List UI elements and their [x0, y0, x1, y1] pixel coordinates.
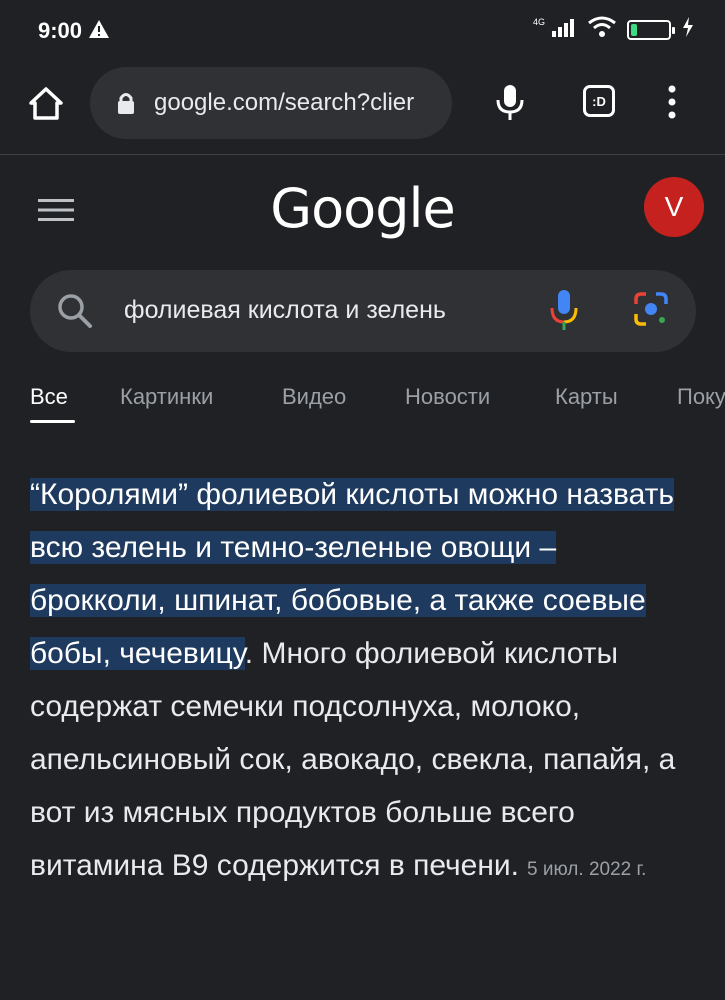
wifi-icon — [587, 16, 617, 43]
charging-icon — [681, 16, 695, 43]
signal-icon — [551, 16, 577, 43]
featured-snippet: “Королями” фолиевой кислоты можно назват… — [30, 468, 696, 896]
tab-maps[interactable]: Карты — [555, 384, 618, 410]
search-tabs: Все Картинки Видео Новости Карты Покупки — [0, 378, 725, 428]
snippet-date: 5 июл. 2022 г. — [527, 859, 647, 880]
browser-toolbar: google.com/search?clier :D — [0, 64, 725, 155]
warning-icon — [88, 19, 110, 44]
tab-images[interactable]: Картинки — [120, 384, 213, 410]
lock-icon[interactable] — [116, 91, 136, 120]
more-vert-icon[interactable] — [664, 84, 680, 125]
status-icons: 4G 17 — [533, 16, 695, 43]
tab-all[interactable]: Все — [30, 384, 68, 410]
tab-shopping[interactable]: Покупки — [677, 384, 725, 410]
active-tab-indicator — [30, 420, 75, 423]
search-box[interactable]: фолиевая кислота и зелень — [30, 270, 696, 352]
google-logo[interactable]: Google — [0, 177, 725, 240]
voice-search-icon[interactable] — [548, 288, 580, 337]
battery-level: 17 — [641, 22, 657, 37]
search-icon[interactable] — [56, 292, 94, 335]
snippet-text: . Много фолиевой кислоты содержат семечк… — [30, 637, 676, 882]
home-icon[interactable] — [26, 84, 66, 124]
status-time: 9:00 — [38, 18, 83, 43]
mic-icon[interactable] — [492, 82, 528, 127]
status-bar: 9:00 4G 17 — [0, 0, 725, 64]
avatar-letter: V — [664, 191, 684, 222]
battery-indicator: 17 — [627, 19, 675, 40]
avatar[interactable]: V — [644, 177, 704, 237]
google-header: Google V — [0, 155, 725, 265]
tab-news[interactable]: Новости — [405, 384, 490, 410]
tab-videos[interactable]: Видео — [282, 384, 346, 410]
network-type: 4G — [532, 16, 545, 27]
lens-icon[interactable] — [632, 290, 670, 333]
tab-switcher-label: :D — [592, 93, 606, 109]
tab-switcher-icon[interactable]: :D — [583, 85, 615, 117]
url-text[interactable]: google.com/search?clier — [154, 89, 414, 117]
search-input[interactable]: фолиевая кислота и зелень — [124, 296, 446, 325]
address-bar[interactable]: google.com/search?clier — [90, 67, 452, 139]
